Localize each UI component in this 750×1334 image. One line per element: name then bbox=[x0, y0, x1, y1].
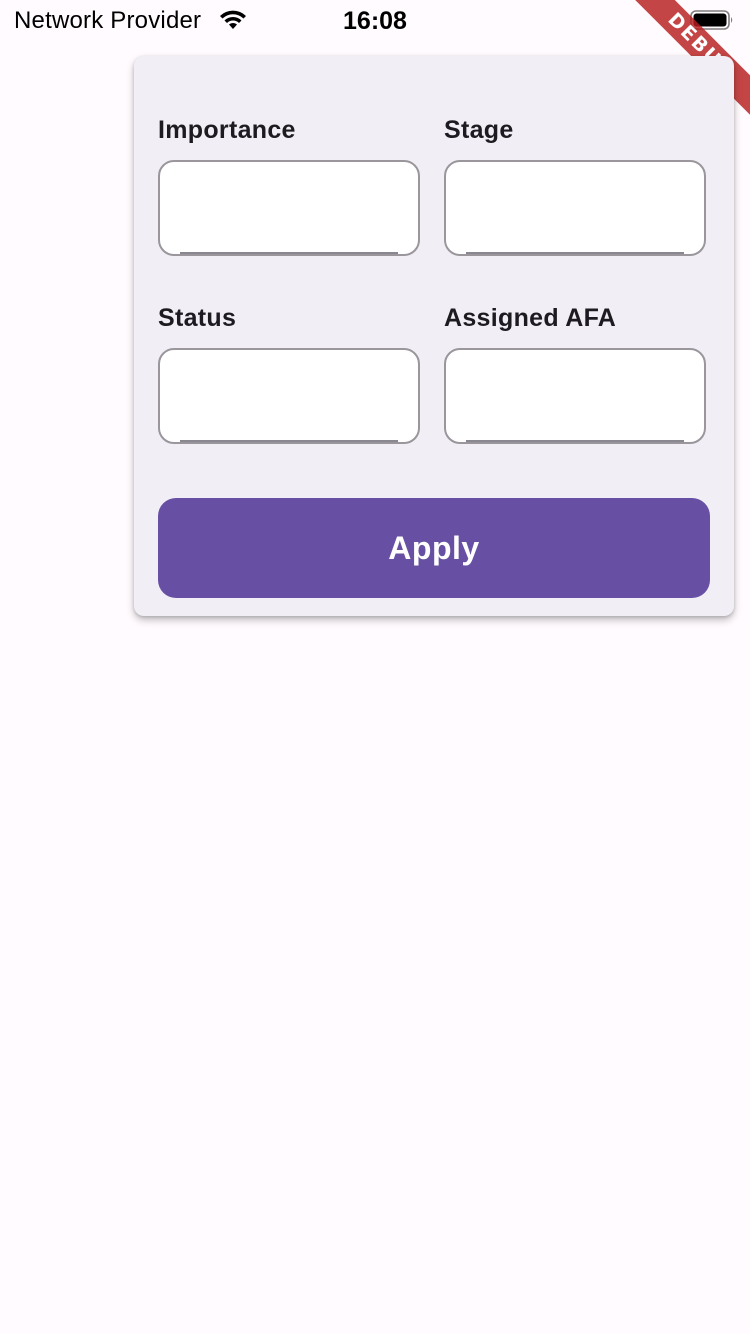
stage-label: Stage bbox=[444, 116, 514, 144]
importance-field[interactable] bbox=[158, 160, 420, 256]
importance-label: Importance bbox=[158, 116, 296, 144]
apply-button[interactable]: Apply bbox=[158, 498, 710, 598]
status-underline bbox=[180, 440, 398, 442]
battery-icon bbox=[690, 10, 733, 30]
clock: 16:08 bbox=[343, 7, 407, 35]
assigned-afa-field[interactable] bbox=[444, 348, 706, 444]
stage-underline bbox=[466, 252, 684, 254]
importance-underline bbox=[180, 252, 398, 254]
assigned-afa-label: Assigned AFA bbox=[444, 304, 617, 332]
status-bar: Network Provider 16:08 bbox=[0, 0, 750, 42]
stage-field[interactable] bbox=[444, 160, 706, 256]
filter-panel: Importance Stage Status Assigned AFA App… bbox=[134, 56, 734, 616]
status-label: Status bbox=[158, 304, 237, 332]
status-field[interactable] bbox=[158, 348, 420, 444]
assigned-afa-underline bbox=[466, 440, 684, 442]
